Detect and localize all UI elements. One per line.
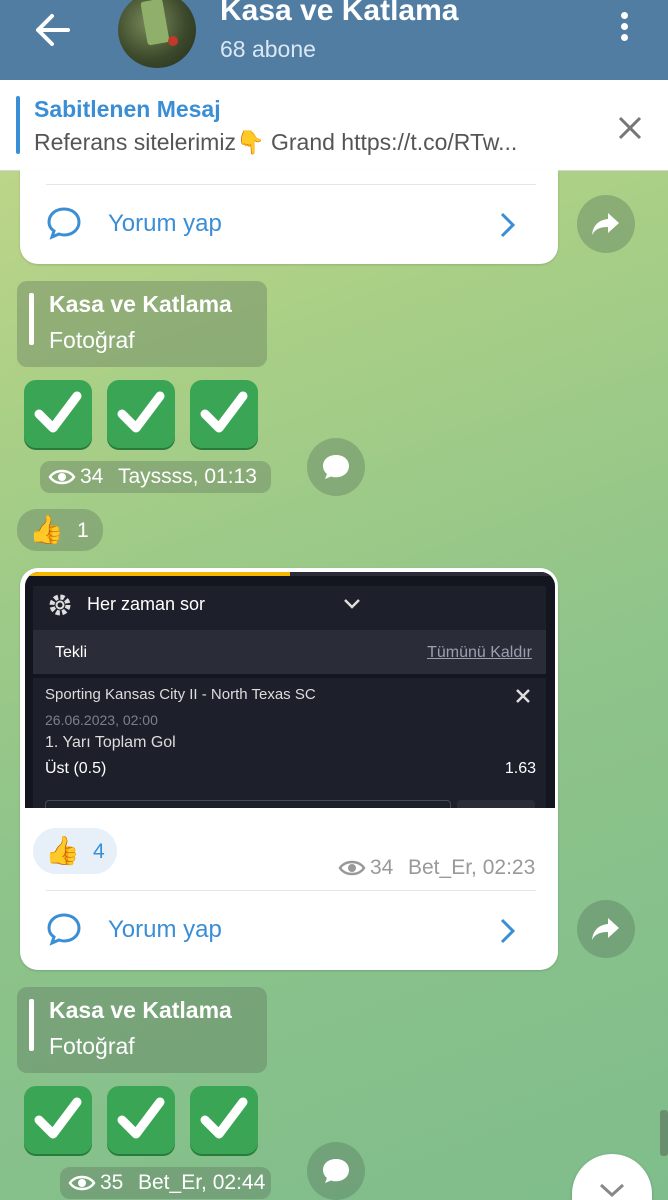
remove-all-link: Tümünü Kaldır (427, 644, 532, 661)
stake-input (45, 800, 451, 808)
view-count: 34 (80, 465, 104, 488)
forward-type: Fotoğraf (49, 327, 135, 353)
match-date: 26.06.2023, 02:00 (45, 712, 158, 728)
message-card-previous: Yorum yap (20, 170, 558, 264)
pinned-text: Referans sitelerimiz👇 Grand https://t.co… (34, 129, 518, 155)
reaction-count: 1 (77, 519, 89, 542)
channel-title[interactable]: Kasa ve Katlama (220, 0, 458, 28)
check-emoji-icon (190, 380, 258, 448)
forward-header[interactable]: Kasa ve Katlama Fotoğraf (17, 281, 267, 367)
forward-header[interactable]: Kasa ve Katlama Fotoğraf (17, 987, 267, 1073)
thumbs-up-icon: 👍 (45, 835, 80, 866)
check-emoji-icon (24, 1086, 92, 1154)
comment-icon (47, 207, 81, 240)
divider (46, 890, 536, 891)
tab-single: Tekli (55, 644, 88, 661)
odds: 1.63 (504, 760, 536, 777)
check-emoji-icon (24, 380, 92, 448)
comment-icon (47, 913, 81, 946)
author-time: Tayssss, 01:13 (118, 465, 257, 488)
forward-indicator (29, 999, 34, 1051)
close-icon (516, 689, 530, 703)
reaction-thumbs-up[interactable]: 👍 4 (33, 828, 117, 874)
pinned-indicator (16, 96, 20, 154)
progress-fill (25, 572, 290, 576)
gear-icon (49, 594, 71, 616)
share-button[interactable] (577, 900, 635, 958)
back-arrow-icon[interactable] (30, 10, 74, 50)
stake-button (457, 800, 535, 808)
channel-avatar[interactable] (118, 0, 196, 68)
chevron-right-icon[interactable] (498, 210, 518, 240)
check-emoji-icon (190, 1086, 258, 1154)
ask-label: Her zaman sor (87, 594, 206, 614)
more-menu-icon[interactable] (612, 12, 636, 48)
chevron-right-icon[interactable] (498, 916, 518, 946)
pinned-title: Sabitlenen Mesaj (34, 96, 221, 122)
divider (46, 184, 536, 185)
view-count: 34 (370, 856, 394, 879)
comment-button[interactable]: Yorum yap (108, 210, 222, 238)
view-count: 35 (100, 1171, 124, 1194)
views-eye-icon (48, 469, 76, 485)
check-emoji-icon (107, 380, 175, 448)
selection: Üst (0.5) (45, 760, 107, 777)
bet-row: Sporting Kansas City II - North Texas SC… (33, 678, 546, 808)
share-button[interactable] (577, 195, 635, 253)
check-emoji-icon (107, 1086, 175, 1154)
subscriber-count: 68 abone (220, 36, 316, 62)
views-eye-icon (68, 1175, 96, 1191)
scrollbar[interactable] (660, 1110, 668, 1156)
match-name: Sporting Kansas City II - North Texas SC (45, 686, 316, 703)
thumbs-up-icon: 👍 (29, 514, 64, 545)
author-time: Bet_Er, 02:23 (408, 856, 536, 879)
message-meta: 35 Bet_Er, 02:44 (60, 1167, 271, 1199)
reaction-thumbs-up[interactable]: 👍 1 (17, 509, 103, 551)
chevron-down-icon (344, 599, 360, 609)
chat-header: Kasa ve Katlama 68 abone (0, 0, 668, 80)
comments-button[interactable] (307, 438, 365, 496)
forward-type: Fotoğraf (49, 1033, 135, 1059)
reaction-count: 4 (93, 840, 105, 863)
tab-row: Tekli Tümünü Kaldır (33, 630, 546, 674)
forward-source: Kasa ve Katlama (49, 291, 232, 317)
betslip-screenshot[interactable]: Her zaman sor Tekli Tümünü Kaldır Sporti… (25, 572, 555, 808)
scroll-down-button[interactable] (572, 1154, 652, 1200)
forward-source: Kasa ve Katlama (49, 997, 232, 1023)
comments-button[interactable] (307, 1142, 365, 1200)
chevron-down-icon (599, 1183, 625, 1198)
author-time: Bet_Er, 02:44 (138, 1171, 266, 1194)
comment-button[interactable]: Yorum yap (108, 916, 222, 944)
forward-indicator (29, 293, 34, 345)
message-meta: 34 Tayssss, 01:13 (40, 461, 271, 493)
pinned-message-bar[interactable]: Sabitlenen Mesaj Referans sitelerimiz👇 G… (0, 80, 668, 171)
market-name: 1. Yarı Toplam Gol (45, 734, 176, 751)
views-eye-icon (338, 860, 366, 876)
close-pinned-icon[interactable] (616, 114, 644, 147)
